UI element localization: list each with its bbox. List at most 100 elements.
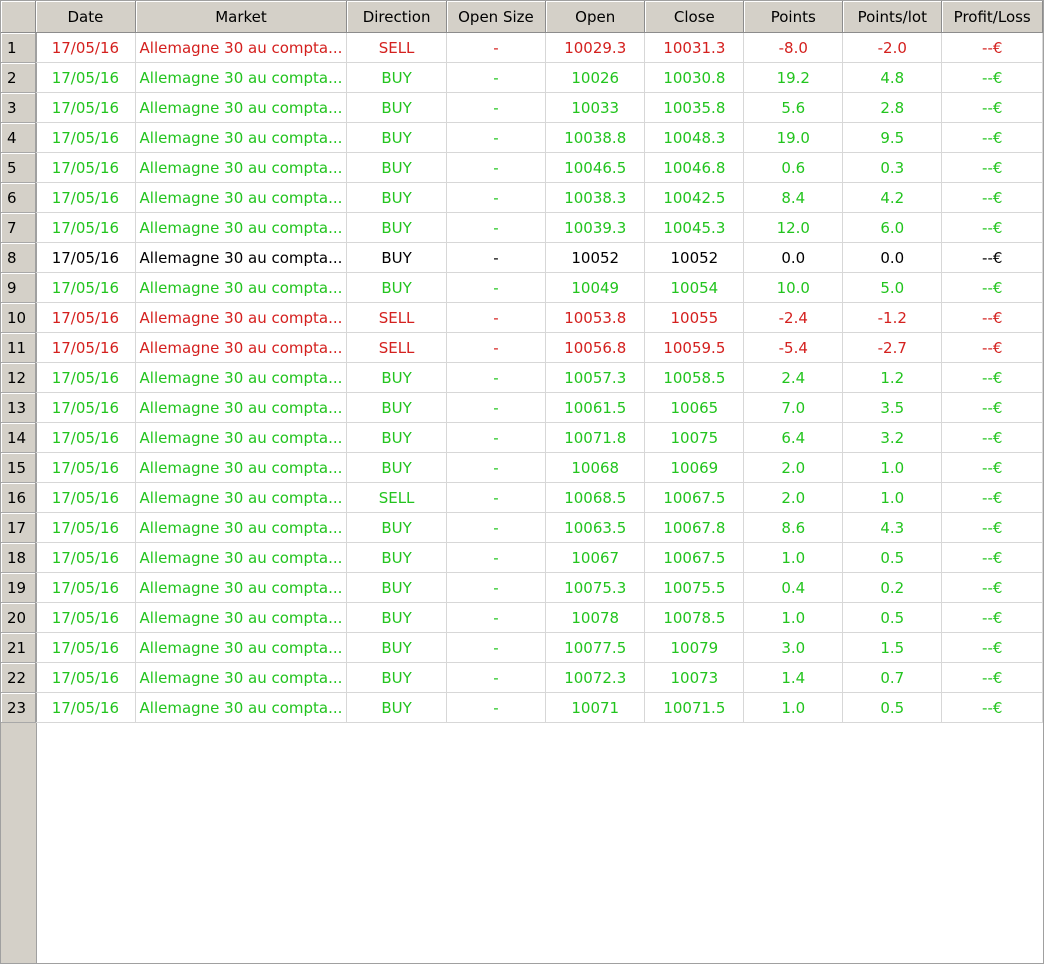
market-cell[interactable]: Allemagne 30 au compta... — [135, 212, 348, 243]
table-row[interactable]: 21 17/05/16 Allemagne 30 au compta... BUY -1… — [1, 632, 1043, 663]
row-number[interactable]: 13 — [1, 392, 37, 423]
table-row[interactable]: 11 17/05/16 Allemagne 30 au compta... SELL -… — [1, 332, 1043, 363]
open-price-cell[interactable]: 10052 — [545, 242, 646, 273]
date-cell[interactable]: 17/05/16 — [35, 692, 136, 723]
row-number[interactable]: 17 — [1, 512, 37, 543]
date-cell[interactable]: 17/05/16 — [35, 392, 136, 423]
profit-loss-cell[interactable]: --€ — [941, 122, 1043, 153]
close-price-cell[interactable]: 10059.5 — [644, 332, 745, 363]
profit-loss-cell[interactable]: --€ — [941, 182, 1043, 213]
points-per-lot-cell[interactable]: 0.2 — [842, 572, 943, 603]
points-cell[interactable]: 0.0 — [743, 242, 844, 273]
close-price-cell[interactable]: 10052 — [644, 242, 745, 273]
open-price-cell[interactable]: 10075.3 — [545, 572, 646, 603]
direction-cell[interactable]: BUY — [346, 392, 447, 423]
date-cell[interactable]: 17/05/16 — [35, 92, 136, 123]
points-cell[interactable]: 8.4 — [743, 182, 844, 213]
points-cell[interactable]: 19.0 — [743, 122, 844, 153]
open-price-cell[interactable]: 10067 — [545, 542, 646, 573]
table-row[interactable]: 17 17/05/16 Allemagne 30 au compta... BUY -1… — [1, 512, 1043, 543]
open-price-cell[interactable]: 10033 — [545, 92, 646, 123]
points-per-lot-cell[interactable]: 0.7 — [842, 662, 943, 693]
direction-cell[interactable]: BUY — [346, 62, 447, 93]
points-per-lot-cell[interactable]: 4.8 — [842, 62, 943, 93]
points-per-lot-cell[interactable]: 1.5 — [842, 632, 943, 663]
table-row[interactable]: 7 17/05/16 Allemagne 30 au compta... BUY -10… — [1, 212, 1043, 243]
profit-loss-cell[interactable]: --€ — [941, 512, 1043, 543]
open-size-cell[interactable]: - — [446, 152, 547, 183]
row-number[interactable]: 2 — [1, 62, 37, 93]
open-price-cell[interactable]: 10038.8 — [545, 122, 646, 153]
table-row[interactable]: 6 17/05/16 Allemagne 30 au compta... BUY -10… — [1, 182, 1043, 213]
row-number[interactable]: 3 — [1, 92, 37, 123]
open-size-cell[interactable]: - — [446, 512, 547, 543]
market-cell[interactable]: Allemagne 30 au compta... — [135, 692, 348, 723]
row-number[interactable]: 1 — [1, 32, 37, 63]
points-cell[interactable]: -8.0 — [743, 32, 844, 63]
row-number[interactable]: 10 — [1, 302, 37, 333]
close-price-cell[interactable]: 10065 — [644, 392, 745, 423]
date-cell[interactable]: 17/05/16 — [35, 272, 136, 303]
date-cell[interactable]: 17/05/16 — [35, 632, 136, 663]
points-per-lot-cell[interactable]: 0.0 — [842, 242, 943, 273]
profit-loss-cell[interactable]: --€ — [941, 692, 1043, 723]
date-cell[interactable]: 17/05/16 — [35, 572, 136, 603]
row-number[interactable]: 12 — [1, 362, 37, 393]
close-price-cell[interactable]: 10078.5 — [644, 602, 745, 633]
market-cell[interactable]: Allemagne 30 au compta... — [135, 62, 348, 93]
column-header-market[interactable]: Market — [135, 1, 348, 33]
table-row[interactable]: 14 17/05/16 Allemagne 30 au compta... BUY -1… — [1, 422, 1043, 453]
table-row[interactable]: 20 17/05/16 Allemagne 30 au compta... BUY -1… — [1, 602, 1043, 633]
points-cell[interactable]: 7.0 — [743, 392, 844, 423]
profit-loss-cell[interactable]: --€ — [941, 32, 1043, 63]
open-size-cell[interactable]: - — [446, 212, 547, 243]
row-number[interactable]: 14 — [1, 422, 37, 453]
row-number[interactable]: 22 — [1, 662, 37, 693]
row-number[interactable]: 7 — [1, 212, 37, 243]
open-price-cell[interactable]: 10046.5 — [545, 152, 646, 183]
table-row[interactable]: 9 17/05/16 Allemagne 30 au compta... BUY -10… — [1, 272, 1043, 303]
open-price-cell[interactable]: 10038.3 — [545, 182, 646, 213]
open-size-cell[interactable]: - — [446, 182, 547, 213]
open-size-cell[interactable]: - — [446, 32, 547, 63]
date-cell[interactable]: 17/05/16 — [35, 62, 136, 93]
profit-loss-cell[interactable]: --€ — [941, 572, 1043, 603]
date-cell[interactable]: 17/05/16 — [35, 482, 136, 513]
direction-cell[interactable]: BUY — [346, 242, 447, 273]
column-header-open[interactable]: Open — [545, 1, 646, 33]
open-size-cell[interactable]: - — [446, 332, 547, 363]
direction-cell[interactable]: SELL — [346, 302, 447, 333]
profit-loss-cell[interactable]: --€ — [941, 302, 1043, 333]
points-per-lot-cell[interactable]: -2.0 — [842, 32, 943, 63]
row-number[interactable]: 5 — [1, 152, 37, 183]
row-number[interactable]: 19 — [1, 572, 37, 603]
points-per-lot-cell[interactable]: 0.3 — [842, 152, 943, 183]
points-per-lot-cell[interactable]: 1.0 — [842, 482, 943, 513]
row-number[interactable]: 11 — [1, 332, 37, 363]
direction-cell[interactable]: BUY — [346, 452, 447, 483]
direction-cell[interactable]: SELL — [346, 32, 447, 63]
points-cell[interactable]: 1.0 — [743, 602, 844, 633]
table-row[interactable]: 2 17/05/16 Allemagne 30 au compta... BUY -10… — [1, 62, 1043, 93]
column-header-points[interactable]: Points — [743, 1, 844, 33]
points-per-lot-cell[interactable]: 1.0 — [842, 452, 943, 483]
date-cell[interactable]: 17/05/16 — [35, 512, 136, 543]
direction-cell[interactable]: BUY — [346, 512, 447, 543]
row-number[interactable]: 15 — [1, 452, 37, 483]
points-per-lot-cell[interactable]: 6.0 — [842, 212, 943, 243]
profit-loss-cell[interactable]: --€ — [941, 62, 1043, 93]
points-per-lot-cell[interactable]: 0.5 — [842, 602, 943, 633]
table-row[interactable]: 18 17/05/16 Allemagne 30 au compta... BUY -1… — [1, 542, 1043, 573]
market-cell[interactable]: Allemagne 30 au compta... — [135, 602, 348, 633]
market-cell[interactable]: Allemagne 30 au compta... — [135, 182, 348, 213]
points-per-lot-cell[interactable]: -1.2 — [842, 302, 943, 333]
close-price-cell[interactable]: 10071.5 — [644, 692, 745, 723]
points-cell[interactable]: 6.4 — [743, 422, 844, 453]
market-cell[interactable]: Allemagne 30 au compta... — [135, 92, 348, 123]
points-cell[interactable]: 5.6 — [743, 92, 844, 123]
close-price-cell[interactable]: 10042.5 — [644, 182, 745, 213]
open-size-cell[interactable]: - — [446, 302, 547, 333]
points-cell[interactable]: 8.6 — [743, 512, 844, 543]
close-price-cell[interactable]: 10031.3 — [644, 32, 745, 63]
market-cell[interactable]: Allemagne 30 au compta... — [135, 32, 348, 63]
